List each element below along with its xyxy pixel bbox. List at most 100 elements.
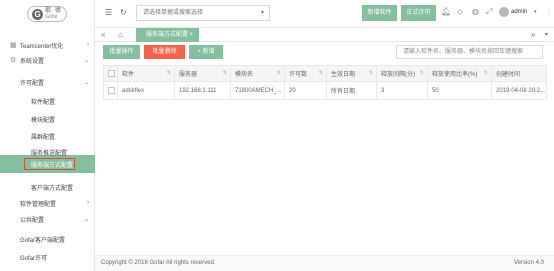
menu-toggle-icon[interactable]: ☰ <box>105 8 112 17</box>
column-header-software[interactable]: 软件 ⇅ <box>117 65 175 82</box>
more-icon[interactable]: ⋮ <box>546 8 552 15</box>
sidebar-item-client-mode-config[interactable]: 客户端方式配置 <box>0 181 95 193</box>
logo-en-text: Gofar <box>45 14 58 20</box>
sidebar-item-label: 软件管理配置 <box>20 201 57 208</box>
cell-license-count: 20 <box>284 81 327 100</box>
sidebar-item-license-config[interactable]: 许可配置 ⌄ <box>0 76 95 88</box>
sidebar: G 歌 德 Gofar ▦ Teamcenter优化 › ⚙ 系统设置 ⌄ 许可… <box>0 0 95 271</box>
sort-icon[interactable]: ⇅ <box>223 70 227 76</box>
new-software-button[interactable]: 新增软件 <box>362 5 397 21</box>
chevron-right-icon: › <box>87 200 89 206</box>
caret-down-icon[interactable]: ▾ <box>534 9 537 15</box>
sidebar-item-server-mode-config[interactable]: 服务端方式配置 <box>0 158 95 170</box>
cell-release-interval: 3 <box>376 81 428 100</box>
sort-icon[interactable]: ⇅ <box>420 70 424 76</box>
column-header-license-count[interactable]: 许可数 ⇅ <box>284 65 327 82</box>
table-search-placeholder: 请输入软件名、服务器、模块名按回车键搜索 <box>403 49 524 55</box>
sidebar-item-teamcenter[interactable]: ▦ Teamcenter优化 › <box>0 39 95 51</box>
formal-license-button[interactable]: 正式许可 <box>401 5 436 21</box>
sidebar-item-gofar-client-config[interactable]: Gofar客户端配置 <box>0 233 95 245</box>
copyright-text: Copyright © 2018 Gofar All rights reserv… <box>101 260 216 266</box>
column-header-release-ratio[interactable]: 释放使用比率(%) ⇅ <box>427 65 492 82</box>
sort-icon[interactable]: ⇅ <box>167 70 171 76</box>
tag-icon[interactable]: ◇ <box>457 7 463 16</box>
sidebar-item-label: 属群配置 <box>31 134 56 141</box>
add-button[interactable]: + 新增 <box>189 45 223 59</box>
table-header-row: 软件 ⇅ 服务器 ⇅ 模块名 ⇅ 许可数 ⇅ 生效日期 ⇅ 释放间隔(分) ⇅ 释放使用比率… <box>103 65 547 82</box>
sidebar-item-label: Teamcenter优化 <box>20 43 64 50</box>
cell-server: 192.168.1.111 <box>174 81 231 100</box>
top-header: ☰ ↻ 请选择单据或搜索选择 ▾ 新增软件 正式许可 🔔︎ ◇ ◍ ⤢ admi… <box>95 0 554 28</box>
column-header-effective-date[interactable]: 生效日期 ⇅ <box>326 65 377 82</box>
tab-server-mode-config[interactable]: 服务端方式配置 × <box>136 28 199 42</box>
row-checkbox[interactable] <box>108 86 115 94</box>
chevron-down-icon: ⌄ <box>83 79 89 86</box>
sidebar-item-label: 许可配置 <box>20 80 45 87</box>
sidebar-item-label: 系统设置 <box>20 58 45 65</box>
select-all-checkbox-cell[interactable] <box>103 65 118 82</box>
sort-icon[interactable]: ⇅ <box>484 70 488 76</box>
cell-software: adskflex <box>117 81 175 100</box>
column-header-module[interactable]: 模块名 ⇅ <box>230 65 285 82</box>
sidebar-item-label: Gofar客户端配置 <box>20 237 66 244</box>
cell-created-time: 2019-04-08 20:2... <box>491 81 547 100</box>
chevron-down-icon: ⌄ <box>83 57 89 64</box>
tab-label: 服务端方式配置 <box>146 32 189 38</box>
sidebar-item-label: 软件配置 <box>31 99 56 106</box>
tab-scroll-left-icon[interactable]: « <box>101 30 105 39</box>
sidebar-item-group-config[interactable]: 属群配置 <box>0 130 95 142</box>
global-search-placeholder: 请选择单据或搜索选择 <box>143 10 204 16</box>
sidebar-item-system-settings[interactable]: ⚙ 系统设置 ⌄ <box>0 54 95 66</box>
row-checkbox-cell[interactable] <box>103 81 118 100</box>
data-table: 软件 ⇅ 服务器 ⇅ 模块名 ⇅ 许可数 ⇅ 生效日期 ⇅ 释放间隔(分) ⇅ 释放使用比率… <box>103 65 547 100</box>
sidebar-item-common-config[interactable]: 公共配置 ⌄ <box>0 213 95 225</box>
close-icon[interactable]: × <box>189 28 193 42</box>
cell-effective-date: 所有日期 <box>326 81 377 100</box>
sidebar-item-software-config[interactable]: 软件配置 <box>0 95 95 107</box>
cell-module: 71800AMECH_... <box>230 81 285 100</box>
home-icon[interactable]: ⌂ <box>118 30 123 39</box>
footer: Copyright © 2018 Gofar All rights reserv… <box>95 255 554 271</box>
gear-icon: ⚙ <box>10 57 17 64</box>
sidebar-item-label: Gofar许可 <box>20 255 48 262</box>
sidebar-item-label: 公共配置 <box>20 217 45 224</box>
chevron-right-icon: › <box>87 42 89 48</box>
logo-badge: G 歌 德 Gofar <box>27 6 67 22</box>
sidebar-item-label: 服务端方式配置 <box>31 162 74 169</box>
sidebar-item-label: 服务推送配置 <box>31 150 68 157</box>
column-header-server[interactable]: 服务器 ⇅ <box>174 65 231 82</box>
table-row[interactable]: adskflex 192.168.1.111 71800AMECH_... 20… <box>103 81 547 100</box>
bell-icon[interactable]: 🔔︎ <box>441 7 451 16</box>
sidebar-item-push-config[interactable]: 服务推送配置 <box>0 146 95 158</box>
tab-menu-icon[interactable]: ▾ <box>545 31 548 38</box>
sidebar-item-module-config[interactable]: 模块配置 <box>0 113 95 125</box>
table-search-input[interactable]: 请输入软件名、服务器、模块名按回车键搜索 <box>396 45 543 59</box>
cell-release-ratio: 50 <box>427 81 492 100</box>
column-header-release-interval[interactable]: 释放间隔(分) ⇅ <box>376 65 428 82</box>
tab-bar: « ⌂ 服务端方式配置 × » ▾ <box>95 28 554 42</box>
user-name[interactable]: admin <box>511 9 527 15</box>
global-search-select[interactable]: 请选择单据或搜索选择 ▾ <box>136 5 270 21</box>
sidebar-item-software-mgmt[interactable]: 软件管理配置 › <box>0 197 95 209</box>
avatar[interactable] <box>499 7 509 17</box>
logo: G 歌 德 Gofar <box>0 0 94 28</box>
fullscreen-icon[interactable]: ⤢ <box>486 7 492 17</box>
sort-icon[interactable]: ⇅ <box>319 70 323 76</box>
chevron-down-icon: ▾ <box>260 10 264 16</box>
batch-operation-button[interactable]: 批量操作 <box>103 45 140 59</box>
teamcenter-icon: ▦ <box>10 42 17 49</box>
logo-mark: G <box>32 8 44 20</box>
refresh-icon[interactable]: ↻ <box>120 8 127 17</box>
version-text: Version 4.0 <box>513 260 544 266</box>
batch-delete-button[interactable]: 批量删除 <box>144 45 185 59</box>
sidebar-item-label: 模块配置 <box>31 117 56 124</box>
palette-icon[interactable]: ◍ <box>472 7 479 16</box>
sidebar-item-label: 客户端方式配置 <box>31 185 74 192</box>
column-header-created-time[interactable]: 创建时间 <box>491 65 547 82</box>
chevron-down-icon: ⌄ <box>83 216 89 223</box>
sidebar-item-gofar-license[interactable]: Gofar许可 <box>0 251 95 263</box>
tab-scroll-right-icon[interactable]: » <box>531 30 535 39</box>
sort-icon[interactable]: ⇅ <box>369 70 373 76</box>
sort-icon[interactable]: ⇅ <box>277 70 281 76</box>
select-all-checkbox[interactable] <box>108 69 115 77</box>
